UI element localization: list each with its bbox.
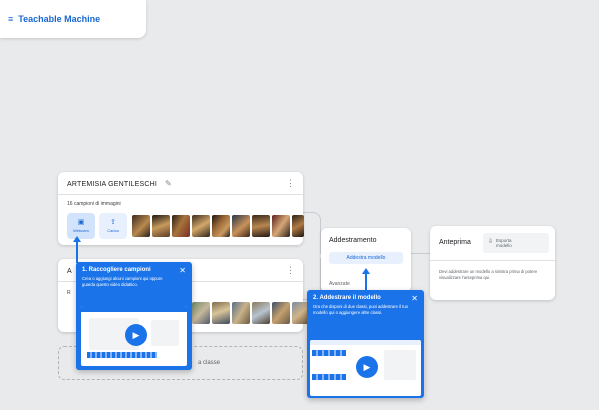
sample-thumbnail[interactable] — [212, 215, 230, 237]
play-icon[interactable]: ▶ — [125, 324, 147, 346]
export-model-button[interactable]: ⇩ Esporta modello — [483, 233, 549, 253]
sample-thumbnail[interactable] — [172, 215, 190, 237]
samples-count-label: 16 campioni di immagini — [67, 201, 121, 207]
train-model-button[interactable]: Addestra modello — [329, 252, 403, 264]
sample-thumbnail[interactable] — [272, 302, 290, 324]
sample-thumbnail[interactable] — [132, 215, 150, 237]
sample-thumbnail[interactable] — [192, 302, 210, 324]
tooltip-1-body: Crea o aggiungi alcuni campioni qui oppu… — [82, 276, 163, 287]
tooltip-train-model: 2. Addestrare il modello ✕ Ora che dispo… — [307, 290, 424, 398]
sample-thumbnail[interactable] — [212, 302, 230, 324]
upload-button[interactable]: ⇪ Carica — [99, 213, 127, 239]
upload-icon: ⇪ — [110, 219, 116, 226]
upload-label: Carica — [107, 228, 119, 233]
webcam-label: Webcam — [73, 228, 89, 233]
tutorial-video-2[interactable]: ▶ — [310, 340, 421, 396]
play-icon[interactable]: ▶ — [356, 356, 378, 378]
preview-hint-text: Devi addestrare un modello a sinistra pr… — [439, 269, 538, 280]
tutorial-video-1[interactable]: ▶ — [81, 306, 187, 366]
tooltip-1-arrow-line — [76, 241, 78, 263]
card-divider — [430, 260, 555, 261]
camera-icon: ▣ — [77, 219, 85, 226]
tooltip-2-body: Ora che disponi di due classi, puoi adde… — [313, 304, 408, 315]
sample-thumbnail[interactable] — [152, 215, 170, 237]
video-mock-panel — [384, 350, 416, 380]
export-icon: ⇩ — [488, 239, 494, 246]
more-options-icon[interactable]: ⋮ — [286, 266, 295, 275]
video-waveform — [87, 352, 157, 358]
tooltip-2-title: 2. Addestrare il modello — [313, 295, 381, 301]
close-icon[interactable]: ✕ — [179, 267, 186, 275]
tooltip-1-title: 1. Raccogliere campioni — [82, 267, 151, 273]
close-icon[interactable]: ✕ — [411, 295, 418, 303]
video-waveform — [312, 374, 346, 380]
preview-title: Anteprima — [439, 239, 471, 246]
sample-thumbnail[interactable] — [232, 215, 250, 237]
video-header-bar — [81, 306, 187, 312]
preview-card: Anteprima ⇩ Esporta modello Devi addestr… — [430, 226, 555, 300]
video-header-bar — [310, 340, 421, 345]
app-title[interactable]: Teachable Machine — [18, 14, 100, 24]
video-mock-panel — [151, 320, 179, 346]
class-2-samples-label: R — [67, 290, 71, 296]
class-2-title[interactable]: A — [67, 268, 72, 275]
add-class-label: a classe — [197, 360, 220, 366]
edit-pencil-icon[interactable]: ✎ — [165, 179, 172, 188]
webcam-button[interactable]: ▣ Webcam — [67, 213, 95, 239]
class-title[interactable]: ARTEMISIA GENTILESCHI — [67, 181, 157, 188]
video-waveform — [312, 350, 346, 356]
sample-thumbnail[interactable] — [192, 215, 210, 237]
app-header: ≡ Teachable Machine — [0, 0, 146, 38]
sample-thumbnail[interactable] — [272, 215, 290, 237]
tooltip-collect-samples: 1. Raccogliere campioni ✕ Crea o aggiung… — [76, 262, 192, 370]
sample-thumbnail[interactable] — [292, 215, 304, 237]
tooltip-2-arrow-line — [365, 273, 367, 291]
sample-thumbnail[interactable] — [232, 302, 250, 324]
training-title: Addestramento — [329, 237, 377, 244]
more-options-icon[interactable]: ⋮ — [286, 179, 295, 188]
connector-top — [303, 212, 321, 254]
export-label: Esporta modello — [496, 237, 512, 248]
menu-icon[interactable]: ≡ — [8, 14, 13, 24]
sample-thumbnails — [132, 215, 304, 237]
advanced-label[interactable]: Avanzate — [329, 281, 350, 287]
class-2-thumbnails — [192, 302, 324, 324]
sample-thumbnail[interactable] — [252, 215, 270, 237]
class-card-artemisia: ARTEMISIA GENTILESCHI ✎ ⋮ 16 campioni di… — [58, 172, 304, 245]
sample-thumbnail[interactable] — [252, 302, 270, 324]
card-divider — [58, 194, 303, 195]
connector-right — [410, 253, 430, 254]
